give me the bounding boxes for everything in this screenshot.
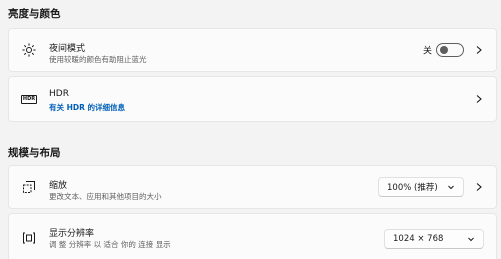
chevron-down-icon [468, 237, 474, 242]
scale-card[interactable]: 缩放 更改文本、应用和其他项目的大小 100% (推荐) [8, 165, 497, 209]
resolution-icon [21, 230, 37, 246]
scale-dropdown-value: 100% (推荐) [387, 183, 438, 193]
toggle-knob [440, 46, 448, 54]
resolution-card: 显示分辨率 调 整 分辨率 以 适合 你的 连接 显示 1024 × 768 [8, 213, 497, 259]
hdr-icon: HDR [20, 94, 38, 104]
resolution-dropdown-value: 1024 × 768 [393, 234, 444, 244]
resolution-dropdown[interactable]: 1024 × 768 [384, 229, 484, 249]
scale-dropdown[interactable]: 100% (推荐) [378, 177, 464, 197]
section-title-scale-layout: 规模与布局 [8, 147, 61, 159]
scale-subtitle: 更改文本、应用和其他项目的大小 [49, 192, 162, 201]
hdr-title: HDR [49, 89, 69, 99]
chevron-right-icon[interactable] [474, 45, 484, 55]
resolution-title: 显示分辨率 [49, 229, 95, 239]
scale-icon [21, 179, 37, 195]
night-light-toggle[interactable] [436, 43, 464, 57]
brightness-icon [21, 42, 37, 58]
chevron-right-icon[interactable] [474, 182, 484, 192]
night-light-card[interactable]: 夜间模式 使用较暖的颜色有助阻止蓝光 关 [8, 28, 497, 72]
chevron-right-icon[interactable] [474, 94, 484, 104]
night-light-title: 夜间模式 [49, 44, 86, 54]
hdr-info-link[interactable]: 有关 HDR 的详细信息 [49, 102, 125, 113]
section-title-brightness-color: 亮度与颜色 [8, 8, 61, 20]
night-light-toggle-state: 关 [422, 46, 432, 57]
night-light-subtitle: 使用较暖的颜色有助阻止蓝光 [49, 55, 147, 64]
resolution-subtitle: 调 整 分辨率 以 适合 你的 连接 显示 [49, 240, 171, 249]
hdr-card[interactable]: HDR HDR 有关 HDR 的详细信息 [8, 76, 497, 122]
chevron-down-icon [448, 185, 454, 190]
scale-title: 缩放 [49, 181, 68, 191]
